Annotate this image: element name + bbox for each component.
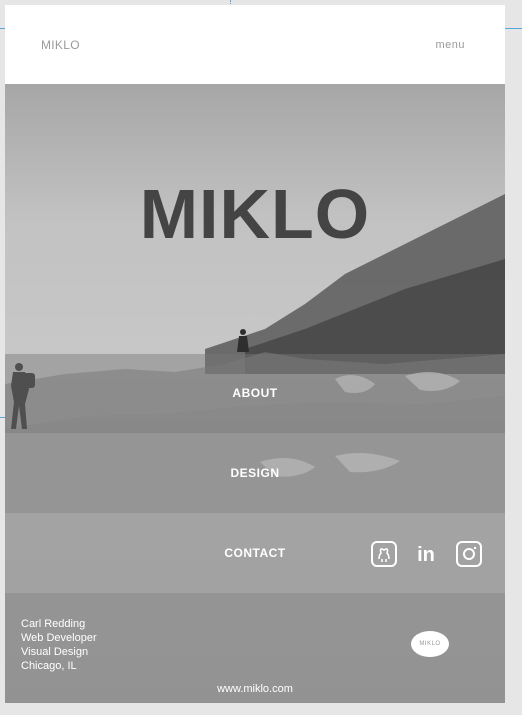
info-location: Chicago, IL [21,660,77,672]
miklo-badge-icon: MIKLO [411,631,449,657]
info-name: Carl Redding [21,618,86,630]
instagram-icon[interactable] [456,541,482,567]
contact-info: Carl Redding Web Developer Visual Design… [21,617,97,673]
top-bar: MIKLO menu [5,5,505,84]
menu-button[interactable]: menu [435,39,465,51]
site-url-link[interactable]: www.miklo.com [5,683,505,695]
brand-logo-text[interactable]: MIKLO [41,38,80,52]
linkedin-icon[interactable]: in [413,541,439,567]
info-role-developer: Web Developer [21,632,97,644]
hero-section: MIKLO ABOUT DESIGN CONTACT in Carl Reddi [5,84,505,703]
svg-text:in: in [417,544,435,566]
page-frame: MIKLO menu MIKLO ABOUT DESIGN CONTACT in… [5,5,505,703]
footer: Carl Redding Web Developer Visual Design… [5,593,505,703]
github-icon[interactable] [371,541,397,567]
info-role-design: Visual Design [21,646,89,658]
nav-design-button[interactable]: DESIGN [5,433,505,513]
hero-title: MIKLO [139,175,371,253]
nav-about-button[interactable]: ABOUT [5,354,505,433]
